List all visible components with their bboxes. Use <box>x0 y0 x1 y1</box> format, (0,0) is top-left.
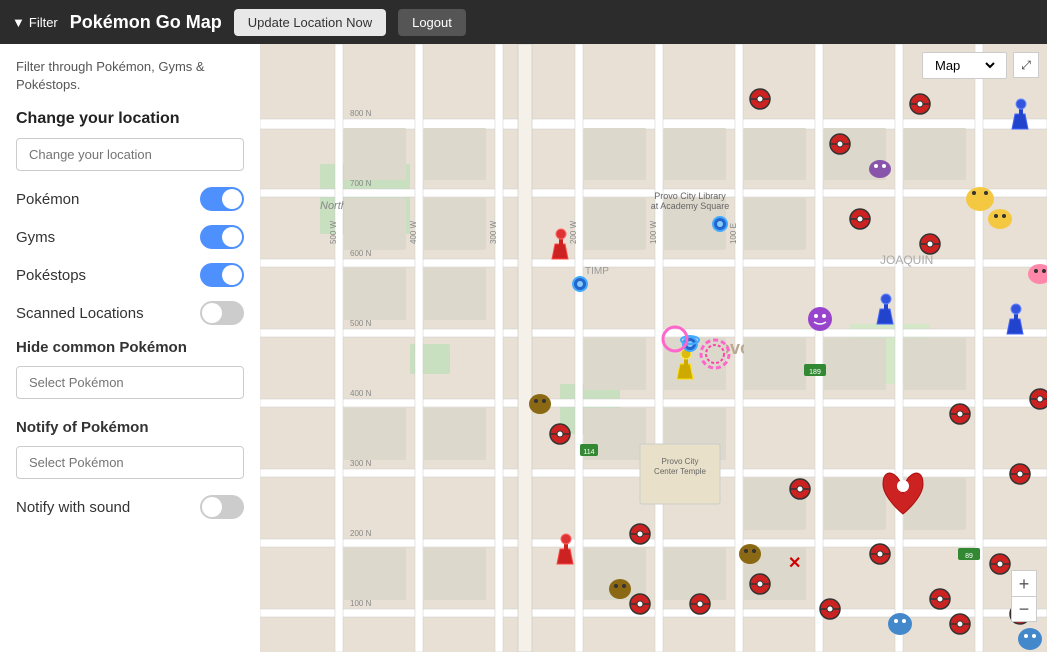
pokemon-toggle-label: Pokémon <box>16 191 79 208</box>
map-type-select[interactable]: Map Satellite Hybrid Terrain <box>931 57 998 74</box>
pokemon-toggle[interactable] <box>200 187 244 211</box>
expand-map-button[interactable]: ⤢ <box>1013 52 1039 78</box>
filter-button[interactable]: ▼ Filter <box>12 15 58 30</box>
svg-text:100 N: 100 N <box>350 599 372 608</box>
filter-icon: ▼ <box>12 15 25 30</box>
notify-sound-toggle-row: Notify with sound <box>16 495 244 519</box>
hide-pokemon-input[interactable] <box>16 366 244 399</box>
svg-text:189: 189 <box>809 369 821 376</box>
logout-button[interactable]: Logout <box>398 9 466 36</box>
gyms-toggle-label: Gyms <box>16 229 55 246</box>
map-type-selector[interactable]: Map Satellite Hybrid Terrain <box>922 52 1007 79</box>
svg-text:89: 89 <box>965 553 973 560</box>
notify-title: Notify of Pokémon <box>16 419 244 436</box>
notify-pokemon-input[interactable] <box>16 446 244 479</box>
gyms-toggle[interactable] <box>200 225 244 249</box>
filter-label: Filter <box>29 15 58 30</box>
map-container[interactable]: 800 N 700 N 600 N 500 N 400 N 300 N 200 … <box>260 44 1047 652</box>
scanned-toggle-label: Scanned Locations <box>16 305 144 322</box>
svg-text:JOAQUIN: JOAQUIN <box>880 253 933 267</box>
svg-text:400 N: 400 N <box>350 389 372 398</box>
notify-sound-toggle[interactable] <box>200 495 244 519</box>
svg-text:300 N: 300 N <box>350 459 372 468</box>
pokestops-toggle[interactable] <box>200 263 244 287</box>
update-location-button[interactable]: Update Location Now <box>234 9 386 36</box>
svg-text:100 E: 100 E <box>729 223 738 244</box>
scanned-toggle[interactable] <box>200 301 244 325</box>
svg-text:200 W: 200 W <box>569 220 578 244</box>
svg-text:100 W: 100 W <box>649 220 658 244</box>
pokestops-toggle-label: Pokéstops <box>16 267 86 284</box>
sidebar: Filter through Pokémon, Gyms & Pokéstops… <box>0 44 260 652</box>
svg-text:400 W: 400 W <box>409 220 418 244</box>
svg-text:114: 114 <box>583 449 594 456</box>
location-input[interactable] <box>16 138 244 171</box>
svg-text:300 W: 300 W <box>489 220 498 244</box>
zoom-out-button[interactable]: − <box>1011 596 1037 622</box>
main-content: Filter through Pokémon, Gyms & Pokéstops… <box>0 44 1047 652</box>
scanned-toggle-row: Scanned Locations <box>16 301 244 325</box>
app-title: Pokémon Go Map <box>70 12 222 33</box>
svg-text:TIMP: TIMP <box>585 266 609 277</box>
zoom-controls: + − <box>1011 570 1037 622</box>
svg-text:500 W: 500 W <box>329 220 338 244</box>
hide-common-title: Hide common Pokémon <box>16 339 244 356</box>
gyms-toggle-row: Gyms <box>16 225 244 249</box>
app-header: ▼ Filter Pokémon Go Map Update Location … <box>0 0 1047 44</box>
map-background: 800 N 700 N 600 N 500 N 400 N 300 N 200 … <box>260 44 1047 652</box>
svg-text:✕: ✕ <box>788 555 801 572</box>
svg-text:500 N: 500 N <box>350 319 372 328</box>
svg-text:800 N: 800 N <box>350 109 372 118</box>
pokemon-toggle-row: Pokémon <box>16 187 244 211</box>
svg-text:Center Temple: Center Temple <box>654 467 706 476</box>
notify-sound-label: Notify with sound <box>16 499 130 516</box>
pokestops-toggle-row: Pokéstops <box>16 263 244 287</box>
svg-text:at Academy Square: at Academy Square <box>651 201 730 211</box>
svg-text:200 N: 200 N <box>350 529 372 538</box>
location-section-title: Change your location <box>16 110 244 128</box>
svg-text:Provo City Library: Provo City Library <box>654 191 726 201</box>
svg-text:600 N: 600 N <box>350 249 372 258</box>
sidebar-description: Filter through Pokémon, Gyms & Pokéstops… <box>16 58 244 94</box>
svg-text:700 N: 700 N <box>350 179 372 188</box>
svg-text:Provo City: Provo City <box>662 457 699 466</box>
zoom-in-button[interactable]: + <box>1011 570 1037 596</box>
